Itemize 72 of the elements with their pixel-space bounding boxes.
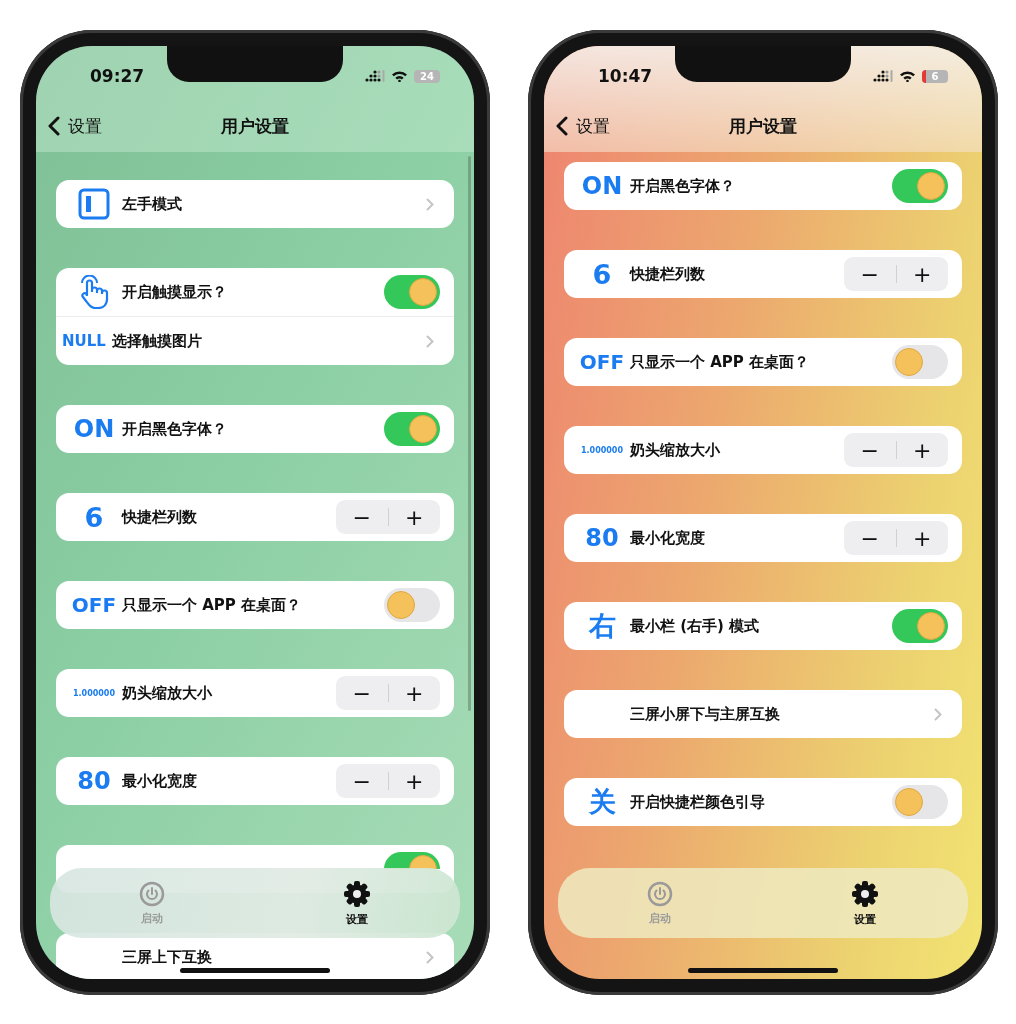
chevron-icon	[426, 950, 434, 964]
tap-hand-icon	[78, 275, 110, 309]
setting-label: 三屏小屏下与主屏互换	[630, 704, 781, 724]
value-label: 80	[77, 767, 111, 795]
toggle-switch[interactable]	[384, 588, 440, 622]
chevron-left-icon	[556, 116, 568, 136]
decrement-button[interactable]: −	[844, 257, 896, 291]
setting-label: 奶头缩放大小	[122, 683, 213, 703]
tab-item[interactable]: 设置	[851, 879, 879, 927]
value-label: 6	[84, 501, 104, 533]
battery-indicator: 24	[414, 69, 440, 83]
value-label: 关	[588, 785, 616, 819]
wifi-icon	[899, 70, 916, 82]
toggle-switch[interactable]	[384, 412, 440, 446]
setting-label: 最小栏 (右手) 模式	[630, 616, 761, 636]
increment-button[interactable]: +	[896, 433, 948, 467]
chevron-icon	[426, 197, 434, 211]
value-label: 6	[592, 258, 612, 290]
setting-label: 只显示一个 APP 在桌面？	[630, 352, 811, 372]
chevron-left-icon	[48, 116, 60, 136]
toggle-switch[interactable]	[892, 169, 948, 203]
value-label: OFF	[579, 350, 625, 374]
wifi-icon	[391, 70, 408, 82]
decrement-button[interactable]: −	[336, 676, 388, 710]
setting-label: 奶头缩放大小	[630, 440, 721, 460]
tab-item[interactable]: 设置	[343, 879, 371, 927]
setting-label: 开启黑色字体？	[122, 419, 228, 439]
chevron-icon	[934, 707, 942, 721]
value-label: ON	[581, 172, 623, 200]
battery-indicator: 6	[922, 69, 948, 83]
toggle-switch[interactable]	[892, 785, 948, 819]
setting-label: 开启快捷栏颜色引导	[630, 792, 766, 812]
toggle-switch[interactable]	[892, 609, 948, 643]
decrement-button[interactable]: −	[844, 433, 896, 467]
back-button[interactable]: 设置	[48, 114, 102, 138]
status-time: 09:27	[90, 66, 145, 86]
setting-label: 选择触摸图片	[112, 331, 203, 351]
setting-label: 最小化宽度	[122, 771, 198, 791]
page-title: 用户设置	[221, 114, 289, 138]
setting-label: 快捷栏列数	[630, 264, 706, 284]
toggle-switch[interactable]	[384, 275, 440, 309]
value-label: 1.000000	[73, 688, 115, 698]
increment-button[interactable]: +	[388, 676, 440, 710]
increment-button[interactable]: +	[388, 500, 440, 534]
setting-label: 三屏上下互换	[122, 947, 213, 967]
setting-label: 只显示一个 APP 在桌面？	[122, 595, 303, 615]
setting-label: 左手模式	[122, 194, 183, 214]
increment-button[interactable]: +	[896, 521, 948, 555]
sidebar-icon	[78, 188, 110, 220]
toggle-switch[interactable]	[384, 852, 440, 869]
value-label: ON	[73, 415, 115, 443]
value-label: NULL	[62, 332, 106, 350]
status-time: 10:47	[598, 66, 653, 86]
setting-label: 开启黑色字体？	[630, 176, 736, 196]
increment-button[interactable]: +	[896, 257, 948, 291]
signal-icon	[873, 70, 893, 82]
chevron-icon	[426, 334, 434, 348]
setting-label: 开启触摸显示？	[122, 282, 228, 302]
increment-button[interactable]: +	[388, 764, 440, 798]
value-label: OFF	[71, 593, 117, 617]
value-label: 1.000000	[581, 445, 623, 455]
signal-icon	[365, 70, 385, 82]
setting-label: 快捷栏列数	[122, 507, 198, 527]
decrement-button[interactable]: −	[336, 764, 388, 798]
value-label: 80	[585, 524, 619, 552]
page-title: 用户设置	[729, 114, 797, 138]
decrement-button[interactable]: −	[844, 521, 896, 555]
toggle-switch[interactable]	[892, 345, 948, 379]
value-label: 右	[588, 609, 616, 643]
decrement-button[interactable]: −	[336, 500, 388, 534]
back-button[interactable]: 设置	[556, 114, 610, 138]
setting-label: 最小化宽度	[630, 528, 706, 548]
